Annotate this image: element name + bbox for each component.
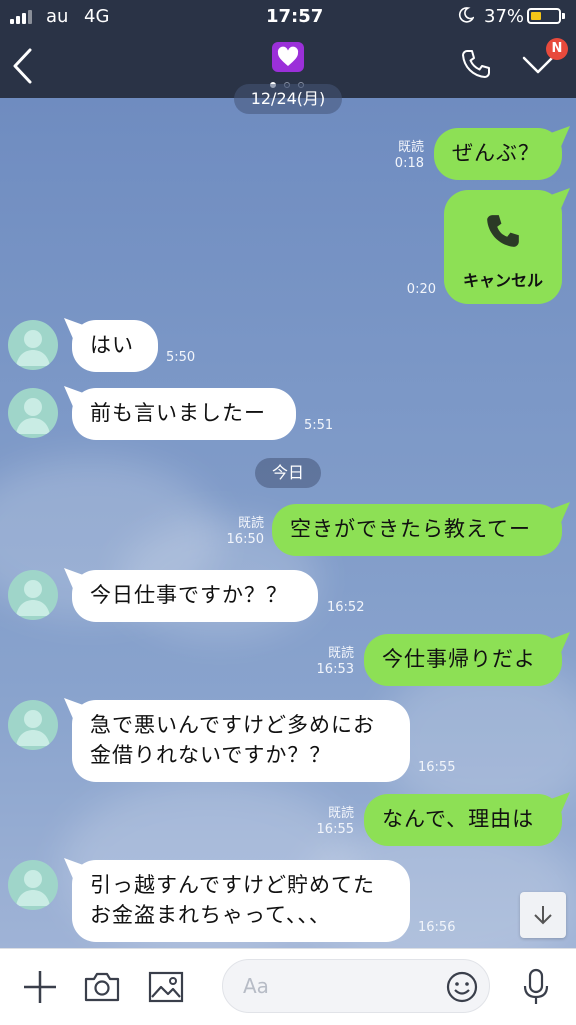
date-separator: 12/24(月) — [234, 84, 342, 114]
camera-icon[interactable] — [82, 967, 122, 1007]
avatar[interactable] — [8, 388, 58, 438]
message-time: 5:50 — [166, 350, 196, 365]
message-input-bar: Aa — [0, 948, 576, 1025]
message-time: 5:51 — [304, 418, 334, 433]
incoming-message[interactable]: 急で悪いんですけど多めにお 金借りれないですか？？ — [72, 700, 410, 782]
incoming-message[interactable]: 今日仕事ですか？？ — [72, 570, 318, 622]
read-receipt: 既読 — [397, 140, 424, 155]
input-placeholder: Aa — [243, 974, 269, 998]
battery-tip — [562, 13, 565, 19]
phone-icon[interactable] — [458, 46, 494, 82]
message-time: 16:52 — [327, 600, 365, 615]
outgoing-message[interactable]: 空きができたら教えてー — [272, 504, 562, 556]
incoming-message[interactable]: 前も言いましたー — [72, 388, 296, 440]
image-icon[interactable] — [146, 967, 186, 1007]
incoming-message[interactable]: 引っ越すんですけど貯めてた お金盗まれちゃって、、、 — [72, 860, 410, 942]
message-time: 16:50 — [226, 532, 264, 547]
smiley-icon[interactable] — [445, 970, 479, 1004]
message-time: 0:18 — [394, 156, 424, 171]
call-cancelled-message[interactable]: キャンセル — [444, 190, 562, 304]
outgoing-message[interactable]: 今仕事帰りだよ — [364, 634, 562, 686]
read-receipt: 既読 — [237, 516, 264, 531]
phone-icon — [487, 215, 519, 247]
message-time: 16:56 — [418, 920, 456, 935]
message-meta: 0:20 — [390, 282, 436, 298]
read-receipt: 既読 — [327, 646, 354, 661]
network-type: 4G — [84, 6, 110, 27]
scroll-to-bottom-button[interactable] — [520, 892, 566, 938]
do-not-disturb-moon-icon — [458, 7, 474, 23]
battery-icon — [527, 8, 561, 24]
outgoing-message[interactable]: ぜんぶ？ — [434, 128, 562, 180]
message-input[interactable]: Aa — [222, 959, 490, 1013]
carrier-label: au — [46, 6, 69, 27]
message-time: 16:55 — [316, 822, 354, 837]
arrow-down-icon — [534, 906, 552, 925]
purple-heart-icon[interactable] — [272, 42, 304, 72]
message-meta: 既読 0:18 — [380, 140, 424, 172]
microphone-icon[interactable] — [516, 967, 556, 1007]
avatar[interactable] — [8, 860, 58, 910]
message-meta: 既読 16:53 — [312, 646, 354, 678]
clock: 17:57 — [266, 6, 324, 27]
signal-strength-icon — [10, 10, 38, 24]
message-time: 16:53 — [316, 662, 354, 677]
message-time: 0:20 — [406, 282, 436, 297]
read-receipt: 既読 — [327, 806, 354, 821]
avatar[interactable] — [8, 570, 58, 620]
message-time: 16:55 — [418, 760, 456, 775]
message-meta: 既読 16:55 — [312, 806, 354, 838]
message-meta: 既読 16:50 — [222, 516, 264, 548]
outgoing-message[interactable]: なんで、理由は — [364, 794, 562, 846]
incoming-message[interactable]: はい — [72, 320, 158, 372]
status-bar: au 4G 17:57 37% — [0, 0, 576, 34]
date-separator: 今日 — [255, 458, 321, 488]
notification-badge: N — [546, 38, 568, 60]
avatar[interactable] — [8, 320, 58, 370]
call-status-label: キャンセル — [462, 271, 543, 290]
avatar[interactable] — [8, 700, 58, 750]
battery-percentage: 37% — [484, 6, 525, 27]
plus-icon[interactable] — [20, 967, 60, 1007]
back-chevron-icon[interactable] — [10, 46, 36, 86]
